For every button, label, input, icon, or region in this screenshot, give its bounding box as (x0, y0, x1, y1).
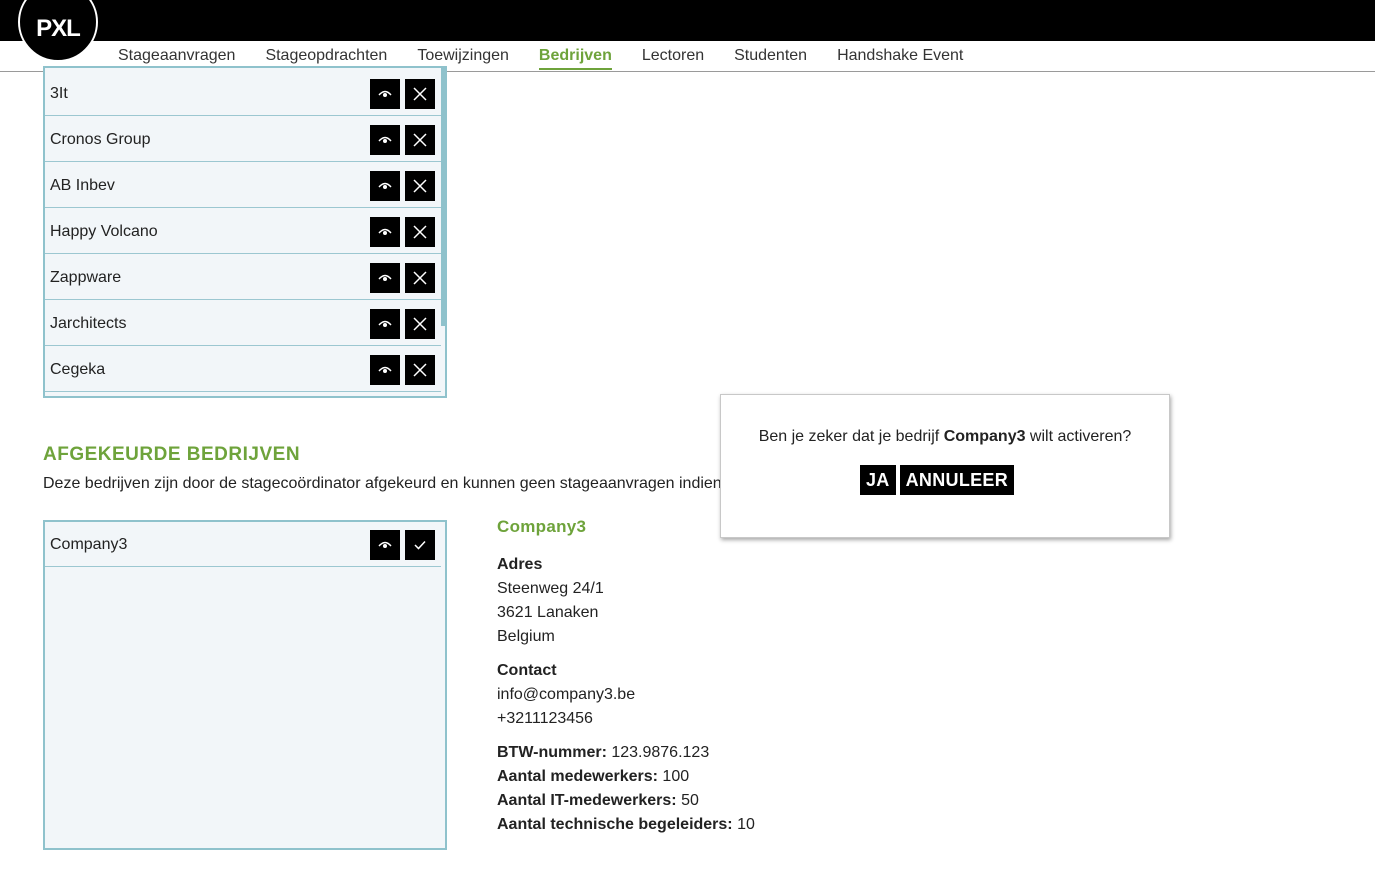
section-title: AFGEKEURDE BEDRIJVEN (43, 444, 301, 465)
list-item: Company3 (45, 522, 441, 567)
company-details: Company3 Adres Steenweg 24/1 3621 Lanake… (497, 515, 755, 847)
list-item: Jarchitects (45, 301, 441, 346)
close-icon (413, 133, 427, 147)
remove-button[interactable] (405, 79, 435, 109)
list-item: AB Inbev (45, 163, 441, 208)
btw-label: BTW-nummer: (497, 744, 607, 761)
nav-stageaanvragen[interactable]: Stageaanvragen (118, 47, 235, 70)
btw-value: 123.9876.123 (611, 744, 710, 761)
company-name: Happy Volcano (50, 223, 158, 240)
address-label: Adres (497, 556, 543, 573)
close-icon (413, 271, 427, 285)
view-button[interactable] (370, 530, 400, 560)
nav-toewijzingen[interactable]: Toewijzingen (417, 47, 509, 70)
view-button[interactable] (370, 79, 400, 109)
nav-bedrijven[interactable]: Bedrijven (538, 47, 612, 70)
view-button[interactable] (370, 217, 400, 247)
list-item: Happy Volcano (45, 209, 441, 254)
section-description: Deze bedrijven zijn door de stagecoördin… (43, 475, 731, 492)
check-icon (414, 540, 426, 550)
company-name: AB Inbev (50, 177, 115, 194)
msg-prefix: Ben je zeker dat je bedrijf (758, 428, 944, 445)
view-button[interactable] (370, 355, 400, 385)
view-button[interactable] (370, 125, 400, 155)
eye-icon (378, 90, 392, 97)
eye-icon (378, 182, 392, 189)
close-icon (413, 87, 427, 101)
close-icon (413, 317, 427, 331)
employees-value: 100 (662, 768, 690, 785)
list-item: Zappware (45, 255, 441, 300)
list-item: Cegeka (45, 347, 441, 392)
eye-icon (378, 320, 392, 327)
close-icon (413, 225, 427, 239)
tech-mentors-label: Aantal technische begeleiders: (497, 816, 733, 833)
cancel-button[interactable]: ANNULEER (899, 465, 1015, 495)
close-icon (413, 363, 427, 377)
contact-block: Contact info@company3.be +3211123456 (497, 659, 755, 731)
msg-suffix: wilt activeren? (1025, 428, 1132, 445)
remove-button[interactable] (405, 217, 435, 247)
confirm-dialog: Ben je zeker dat je bedrijf Company3 wil… (720, 394, 1170, 538)
view-button[interactable] (370, 263, 400, 293)
nav-handshake-event[interactable]: Handshake Event (837, 47, 963, 70)
nav-stageopdrachten[interactable]: Stageopdrachten (265, 47, 387, 70)
employees-line: Aantal medewerkers: 100 (497, 765, 755, 789)
top-bar (0, 0, 1375, 41)
address-block: Adres Steenweg 24/1 3621 Lanaken Belgium (497, 553, 755, 649)
main-nav: Stageaanvragen Stageopdrachten Toewijzin… (118, 47, 963, 70)
list-scrollbar[interactable] (441, 68, 445, 326)
address-line: Belgium (497, 628, 555, 645)
remove-button[interactable] (405, 263, 435, 293)
stats-block: BTW-nummer: 123.9876.123 Aantal medewerk… (497, 741, 755, 837)
view-button[interactable] (370, 171, 400, 201)
company-name: Zappware (50, 269, 122, 286)
confirm-message: Ben je zeker dat je bedrijf Company3 wil… (721, 428, 1169, 446)
nav-studenten[interactable]: Studenten (734, 47, 807, 70)
it-employees-line: Aantal IT-medewerkers: 50 (497, 789, 755, 813)
tech-mentors-line: Aantal technische begeleiders: 10 (497, 813, 755, 837)
contact-phone: +3211123456 (497, 710, 593, 727)
contact-email: info@company3.be (497, 686, 636, 703)
btw-line: BTW-nummer: 123.9876.123 (497, 741, 755, 765)
approved-companies-list: 3It Cronos Group AB Inbev Happy Volcano … (43, 66, 447, 398)
remove-button[interactable] (405, 171, 435, 201)
company-name: Company3 (50, 536, 128, 553)
it-employees-value: 50 (681, 792, 699, 809)
eye-icon (378, 228, 392, 235)
it-employees-label: Aantal IT-medewerkers: (497, 792, 677, 809)
remove-button[interactable] (405, 355, 435, 385)
address-line: 3621 Lanaken (497, 604, 599, 621)
msg-company: Company3 (943, 428, 1026, 445)
rejected-companies-list: Company3 (43, 520, 447, 850)
remove-button[interactable] (405, 309, 435, 339)
eye-icon (378, 274, 392, 281)
tech-mentors-value: 10 (737, 816, 755, 833)
employees-label: Aantal medewerkers: (497, 768, 658, 785)
remove-button[interactable] (405, 125, 435, 155)
eye-icon (378, 541, 392, 548)
confirm-yes-button[interactable]: JA (860, 465, 896, 495)
activate-button[interactable] (405, 530, 435, 560)
eye-icon (378, 136, 392, 143)
list-item: Cronos Group (45, 117, 441, 162)
view-button[interactable] (370, 309, 400, 339)
nav-lectoren[interactable]: Lectoren (642, 47, 704, 70)
company-name: 3It (50, 85, 68, 102)
address-line: Steenweg 24/1 (497, 580, 604, 597)
logo-text: PXL (36, 15, 81, 42)
details-company-name: Company3 (497, 517, 587, 536)
company-name: Cegeka (50, 361, 106, 378)
company-name: Jarchitects (50, 315, 127, 332)
list-item: 3It (45, 71, 441, 116)
eye-icon (378, 366, 392, 373)
close-icon (413, 179, 427, 193)
dialog-buttons: JA ANNULEER (860, 465, 1015, 495)
contact-label: Contact (497, 662, 557, 679)
company-name: Cronos Group (50, 131, 151, 148)
